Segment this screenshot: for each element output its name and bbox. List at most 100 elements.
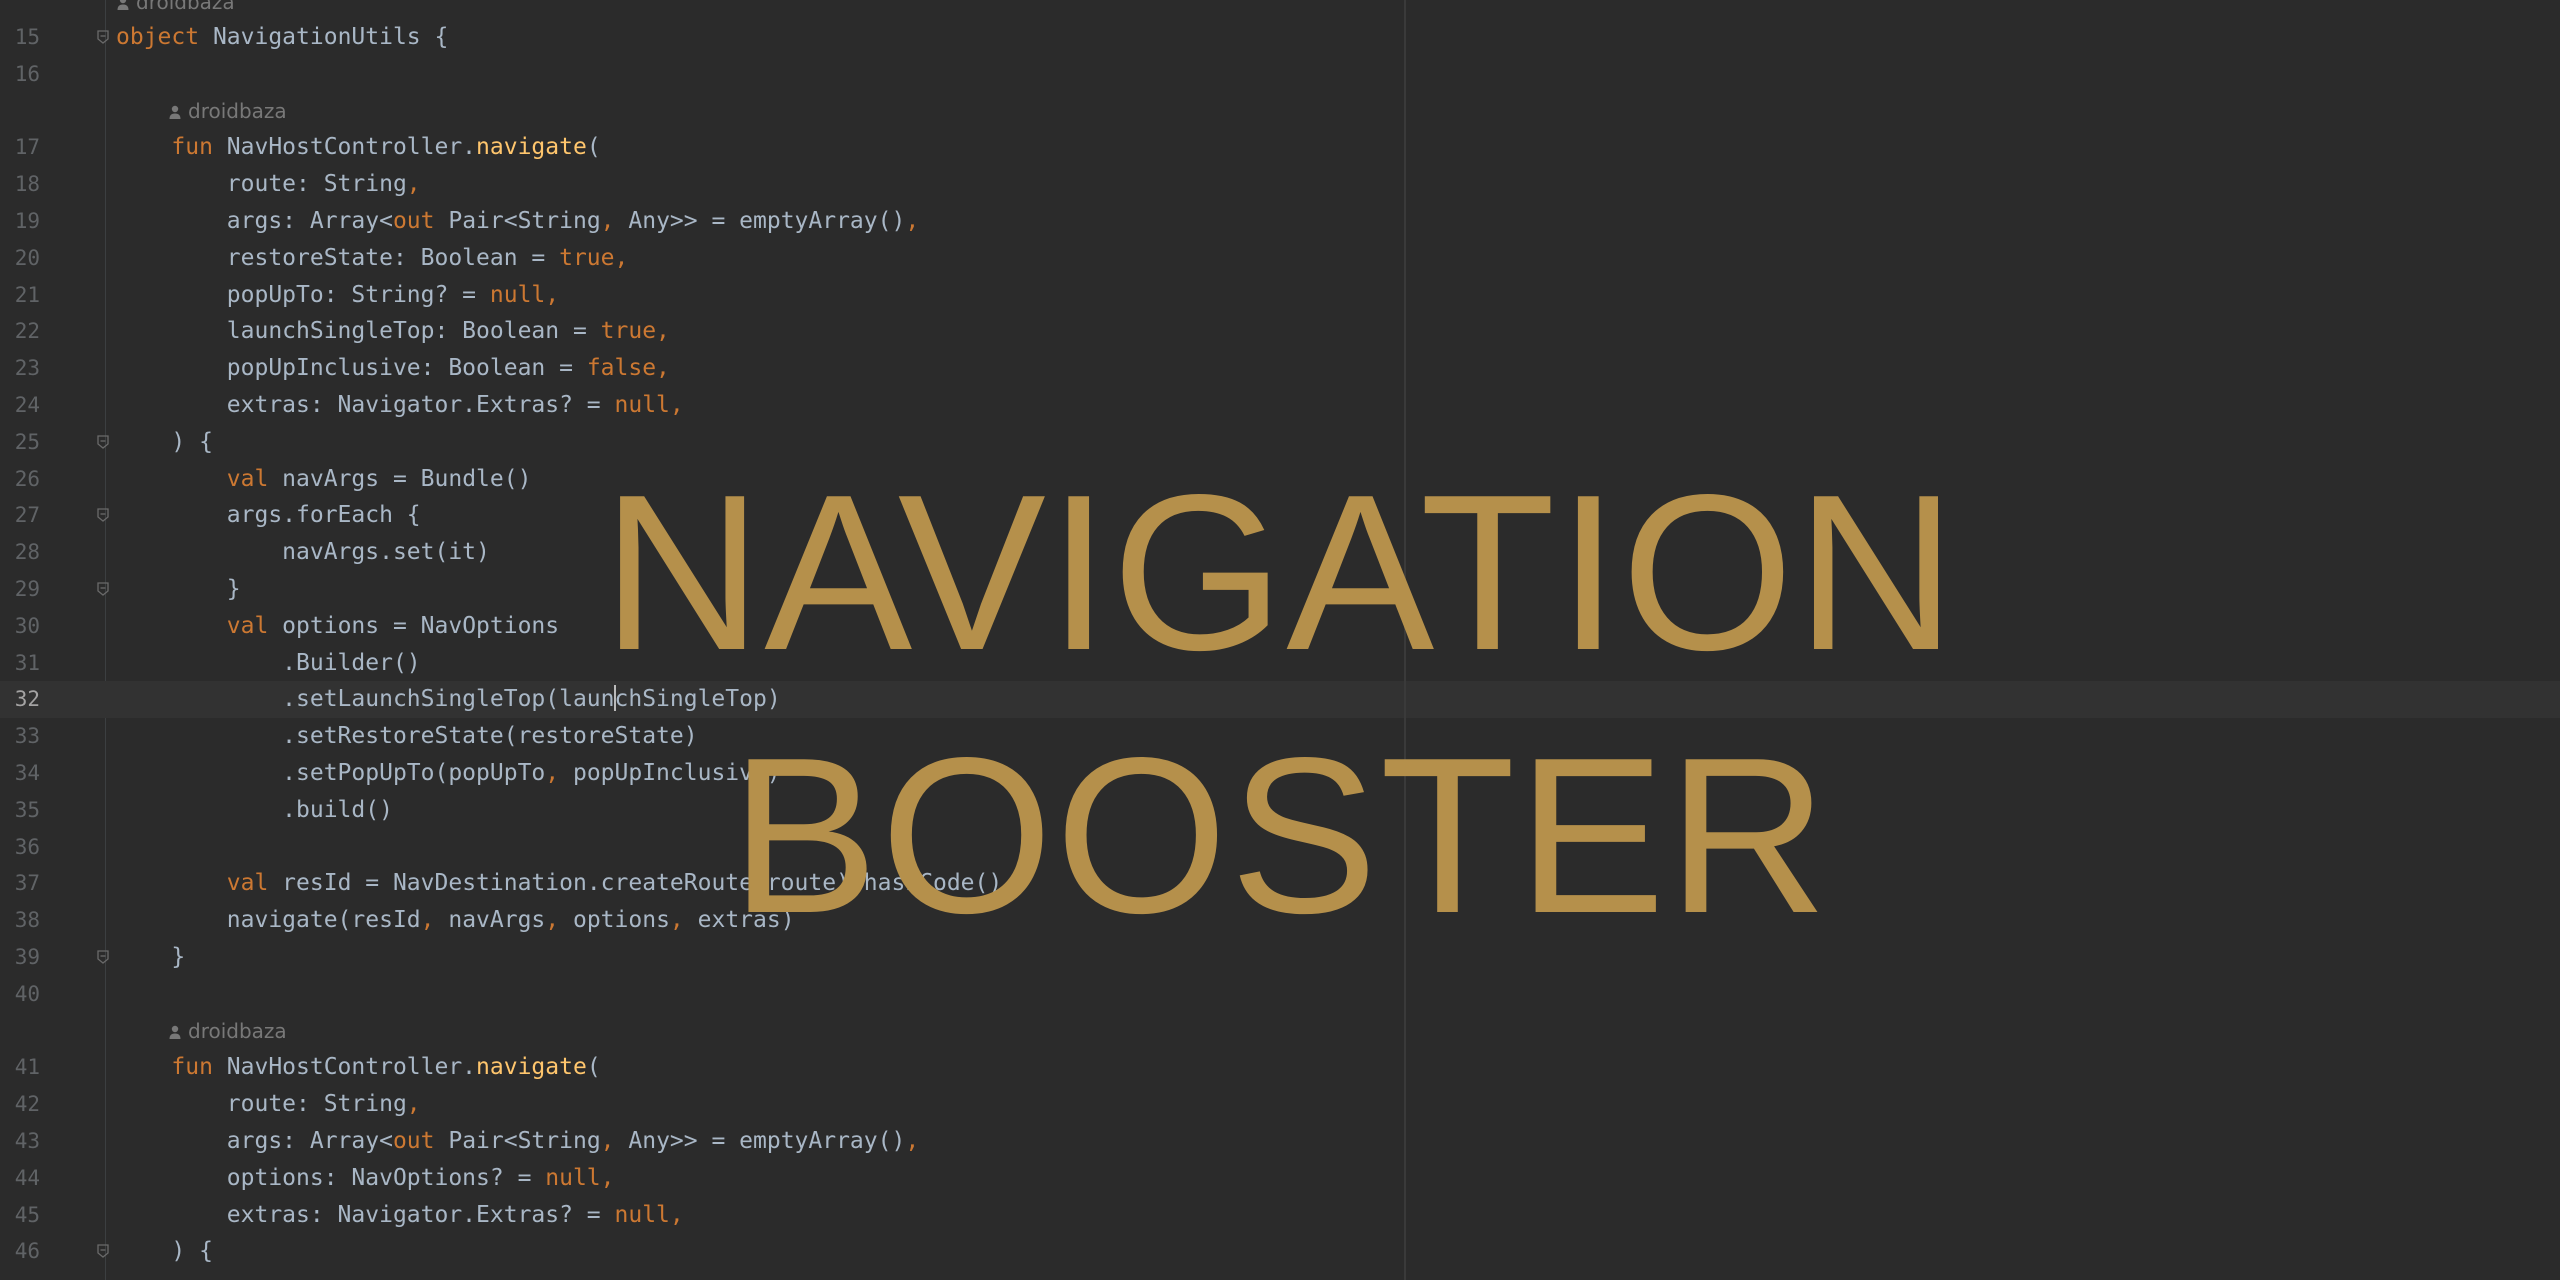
code-line[interactable]: 20 restoreState: Boolean = true,	[0, 240, 2560, 277]
code-line[interactable]: 46 ) {	[0, 1233, 2560, 1270]
line-number: 18	[14, 172, 40, 197]
author-name: droidbaza	[188, 98, 287, 123]
line-number: 24	[14, 393, 40, 417]
line-number: 23	[14, 356, 40, 381]
author-name: droidbaza	[136, 0, 235, 14]
code-text: fun NavHostController.navigate(	[116, 129, 601, 166]
code-line[interactable]: 23 popUpInclusive: Boolean = false,	[0, 350, 2560, 387]
code-line[interactable]: 24 extras: Navigator.Extras? = null,	[0, 387, 2560, 424]
line-number: 17	[14, 135, 40, 160]
code-token: args: Array<	[116, 1128, 393, 1154]
keyword-token: object	[116, 24, 200, 50]
code-text: object NavigationUtils {	[116, 19, 448, 56]
code-line[interactable]: 40	[0, 976, 2560, 1013]
keyword-token: true,	[600, 318, 670, 345]
line-number: 46	[14, 1239, 40, 1264]
code-token: (	[586, 134, 601, 161]
code-text: args: Array<out Pair<String, Any>> = emp…	[116, 203, 919, 240]
code-text: args: Array<out Pair<String, Any>> = emp…	[116, 1123, 919, 1160]
line-number: 40	[14, 981, 40, 1006]
keyword-token: fun	[171, 1054, 213, 1081]
code-line[interactable]: 22 launchSingleTop: Boolean = true,	[0, 313, 2560, 350]
code-token: restoreState: Boolean =	[116, 244, 560, 271]
fold-marker-icon[interactable]	[97, 950, 109, 964]
fold-marker-icon[interactable]	[97, 1244, 109, 1259]
function-token: navigate	[476, 1054, 587, 1081]
code-line[interactable]: 43 args: Array<out Pair<String, Any>> = …	[0, 1123, 2560, 1160]
keyword-token: null,	[489, 281, 560, 308]
code-text: fun NavHostController.navigate(	[116, 1049, 601, 1086]
line-number: 25	[14, 429, 40, 454]
code-token: (	[586, 1054, 601, 1081]
keyword-token: ,	[600, 1128, 615, 1154]
code-text: restoreState: Boolean = true,	[116, 240, 629, 277]
code-text: ) {	[116, 1233, 213, 1270]
line-number: 42	[14, 1092, 40, 1117]
code-line[interactable]: 21 popUpTo: String? = null,	[0, 277, 2560, 314]
code-token: ) {	[116, 428, 213, 455]
code-token: route: String	[116, 1091, 407, 1118]
keyword-token: true,	[559, 244, 629, 271]
code-text: popUpInclusive: Boolean = false,	[116, 350, 670, 387]
code-token: .setLaunchSingleTop(laun	[116, 686, 615, 713]
fold-marker-icon[interactable]	[97, 30, 109, 44]
person-icon	[169, 1025, 181, 1039]
person-icon	[169, 105, 181, 119]
author-inlay[interactable]: droidbaza	[168, 93, 287, 130]
code-token: NavigationUtils {	[199, 24, 449, 50]
keyword-token: ,	[600, 208, 615, 234]
keyword-token: fun	[171, 134, 213, 161]
code-line[interactable]: 17 fun NavHostController.navigate(	[0, 129, 2560, 166]
code-token: NavHostController.	[212, 134, 477, 161]
author-inlay[interactable]: droidbaza	[168, 1013, 287, 1050]
line-number: 45	[14, 1202, 40, 1227]
line-number: 43	[14, 1129, 40, 1153]
code-token: Any>> = emptyArray()	[614, 208, 906, 234]
line-number: 19	[14, 209, 40, 233]
code-line[interactable]: 45 extras: Navigator.Extras? = null,	[0, 1197, 2560, 1234]
code-text: extras: Navigator.Extras? = null,	[116, 1197, 684, 1234]
code-text: route: String,	[116, 166, 421, 203]
code-text: route: String,	[116, 1086, 421, 1123]
code-token: args: Array<	[116, 208, 393, 234]
keyword-token: ,	[905, 1128, 920, 1154]
code-text: launchSingleTop: Boolean = true,	[116, 313, 670, 350]
code-line[interactable]: 15 object NavigationUtils {	[0, 19, 2560, 56]
code-line[interactable]: 44 options: NavOptions? = null,	[0, 1160, 2560, 1197]
keyword-token: null,	[614, 392, 684, 418]
keyword-token: false,	[586, 355, 670, 382]
code-line[interactable]: 41 fun NavHostController.navigate(	[0, 1049, 2560, 1086]
line-number: 44	[14, 1165, 40, 1190]
author-name: droidbaza	[188, 1018, 287, 1043]
line-number: 20	[14, 245, 40, 270]
code-line[interactable]: 16	[0, 56, 2560, 93]
code-line[interactable]: 19 args: Array<out Pair<String, Any>> = …	[0, 203, 2560, 240]
code-text: extras: Navigator.Extras? = null,	[116, 387, 684, 424]
code-token: options: NavOptions? =	[116, 1164, 546, 1191]
code-text: popUpTo: String? = null,	[116, 277, 559, 314]
code-text: options: NavOptions? = null,	[116, 1160, 615, 1197]
keyword-token: null,	[614, 1201, 684, 1228]
line-number: 15	[14, 25, 40, 49]
keyword-token: ,	[406, 1091, 421, 1118]
keyword-token: out	[392, 1128, 435, 1154]
code-line[interactable]: 42 route: String,	[0, 1086, 2560, 1123]
code-token: }	[116, 944, 186, 970]
code-token: NavHostController.	[212, 1054, 477, 1081]
code-token: Pair<String	[434, 1128, 601, 1154]
code-token: extras: Navigator.Extras? =	[116, 392, 615, 418]
function-token: navigate	[476, 134, 587, 161]
line-number: 16	[14, 61, 40, 86]
code-text: ) {	[116, 424, 213, 461]
person-icon	[117, 0, 129, 10]
line-number: 32	[14, 687, 40, 712]
code-line[interactable]: 18 route: String,	[0, 166, 2560, 203]
code-token: Any>> = emptyArray()	[614, 1128, 906, 1154]
code-token: extras: Navigator.Extras? =	[116, 1201, 615, 1228]
fold-marker-icon[interactable]	[97, 435, 109, 449]
line-number: 22	[14, 319, 40, 344]
code-token: launchSingleTop: Boolean =	[116, 318, 601, 345]
author-inlay[interactable]: droidbaza	[116, 0, 235, 21]
